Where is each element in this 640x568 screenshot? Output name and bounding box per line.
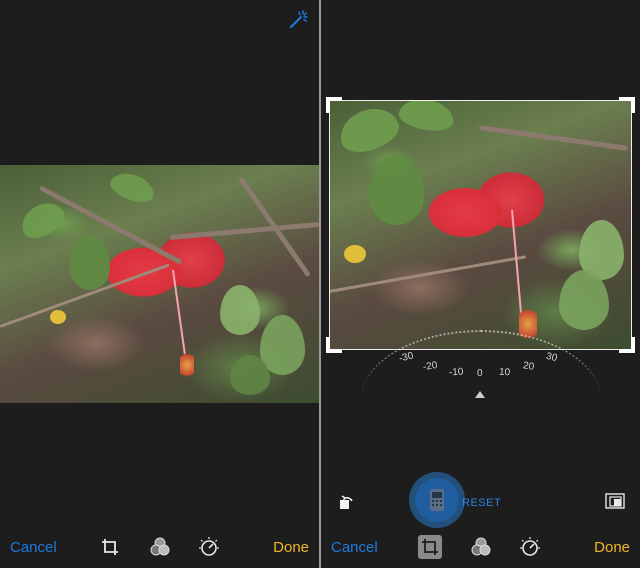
magic-wand-icon[interactable]	[287, 9, 309, 31]
bottom-toolbar: Cancel Done	[321, 528, 640, 568]
adjust-icon[interactable]	[198, 536, 220, 558]
rotate-icon[interactable]	[337, 491, 357, 511]
filters-icon[interactable]	[149, 536, 171, 558]
cancel-button[interactable]: Cancel	[10, 539, 57, 556]
dial-label: -10	[448, 366, 464, 379]
crop-icon[interactable]	[418, 535, 442, 559]
dial-pointer-icon	[475, 391, 485, 398]
filters-icon[interactable]	[470, 536, 492, 558]
done-button[interactable]: Done	[594, 539, 630, 556]
photo-view-panel: Cancel Done	[0, 0, 319, 568]
photo[interactable]	[0, 165, 319, 403]
dial-label: 20	[522, 360, 535, 373]
crop-icon[interactable]	[99, 536, 121, 558]
dial-label: 10	[498, 366, 511, 379]
bottom-toolbar: Cancel Done	[0, 528, 319, 568]
aspect-ratio-icon[interactable]	[605, 493, 625, 509]
adjust-icon[interactable]	[519, 536, 541, 558]
reset-button[interactable]: RESET	[462, 497, 501, 509]
crop-view-panel: -30 -20 -10 0 10 20 30 Cancel Done	[321, 0, 640, 568]
phone-icon	[430, 489, 444, 511]
straighten-dial[interactable]: -30 -20 -10 0 10 20 30	[361, 330, 601, 410]
dial-label: -20	[422, 359, 439, 374]
dial-label: 0	[477, 368, 483, 379]
touch-indicator	[409, 472, 465, 528]
done-button[interactable]: Done	[273, 539, 309, 556]
crop-photo[interactable]	[329, 100, 632, 350]
cancel-button[interactable]: Cancel	[331, 539, 378, 556]
